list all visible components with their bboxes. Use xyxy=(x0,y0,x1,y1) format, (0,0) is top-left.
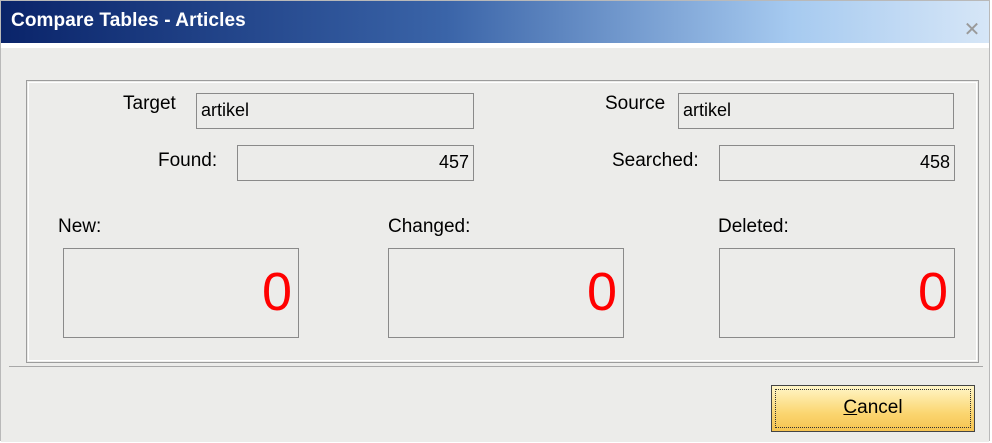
new-label: New: xyxy=(58,216,102,237)
separator-line xyxy=(9,366,983,367)
window-title: Compare Tables - Articles xyxy=(11,10,246,31)
changed-label: Changed: xyxy=(388,216,471,237)
dialog-window: Compare Tables - Articles ✕ Target artik… xyxy=(0,0,990,442)
deleted-label: Deleted: xyxy=(718,216,789,237)
cancel-button-label: Cancel xyxy=(772,397,974,419)
new-count-value: 0 xyxy=(261,262,292,322)
deleted-count-box: 0 xyxy=(719,248,955,338)
found-label: Found: xyxy=(158,150,218,171)
cancel-label-rest: ancel xyxy=(857,397,903,418)
dialog-content: Target artikel Source artikel Found: 457… xyxy=(1,48,989,442)
cancel-mnemonic: C xyxy=(843,397,858,418)
found-field[interactable]: 457 xyxy=(237,145,474,181)
close-icon[interactable]: ✕ xyxy=(961,19,983,41)
cancel-button[interactable]: Cancel xyxy=(771,385,975,432)
target-field[interactable]: artikel xyxy=(196,93,474,129)
new-count-box: 0 xyxy=(63,248,299,338)
target-label: Target xyxy=(123,93,176,114)
source-field[interactable]: artikel xyxy=(678,93,954,129)
searched-field[interactable]: 458 xyxy=(719,145,955,181)
group-box-inner: Target artikel Source artikel Found: 457… xyxy=(28,82,977,361)
changed-count-box: 0 xyxy=(388,248,624,338)
compare-group-box: Target artikel Source artikel Found: 457… xyxy=(26,80,979,363)
source-label: Source xyxy=(605,93,666,114)
searched-label: Searched: xyxy=(612,150,699,171)
title-bar[interactable]: Compare Tables - Articles ✕ xyxy=(1,1,989,48)
changed-count-value: 0 xyxy=(586,262,617,322)
deleted-count-value: 0 xyxy=(917,262,948,322)
